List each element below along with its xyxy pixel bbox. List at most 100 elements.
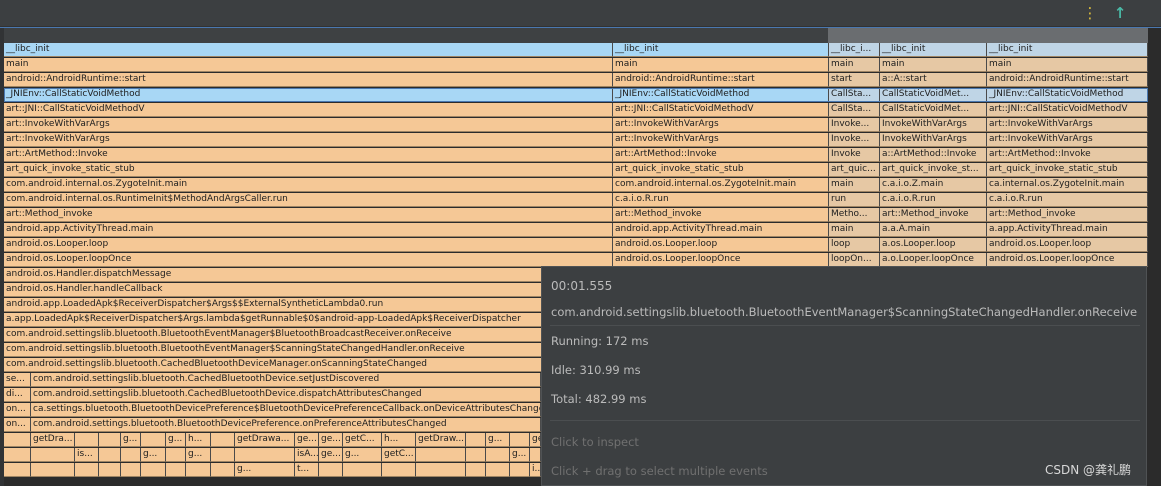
flame-frame[interactable]: main	[4, 58, 613, 72]
flame-frame[interactable]: com.android.settingslib.bluetooth.Cached…	[4, 358, 613, 372]
flame-frame[interactable]: Invoke...	[829, 133, 880, 147]
flame-frame[interactable]: art_quick_invoke_st...	[880, 163, 987, 177]
flame-frame[interactable]: art::JNI::CallStaticVoidMethodV	[613, 103, 829, 117]
flame-frame[interactable]	[75, 433, 99, 447]
flame-frame[interactable]: _JNIEnv::CallStaticVoidMethod	[613, 88, 829, 102]
flame-frame[interactable]	[466, 463, 486, 477]
flame-frame[interactable]	[319, 463, 343, 477]
flame-frame[interactable]: art::Method_invoke	[880, 208, 987, 222]
flame-frame[interactable]: android.os.Looper.loopOnce	[613, 253, 829, 267]
flame-frame[interactable]: t...	[295, 463, 319, 477]
flame-frame[interactable]: __libc_init	[880, 43, 987, 57]
flame-frame[interactable]: __libc_i...	[829, 43, 880, 57]
flame-frame[interactable]: h...	[186, 433, 211, 447]
flame-frame[interactable]: com.android.internal.os.ZygoteInit.main	[4, 178, 613, 192]
flame-frame[interactable]: CallStaticVoidMet...	[880, 88, 987, 102]
flame-frame[interactable]	[416, 463, 466, 477]
flame-frame[interactable]: se...	[4, 373, 31, 387]
flame-frame[interactable]: art_quick_invoke_static_stub	[613, 163, 829, 177]
flame-frame[interactable]: loopOn...	[829, 253, 880, 267]
flame-frame[interactable]	[99, 448, 121, 462]
flame-frame[interactable]	[166, 448, 186, 462]
flame-frame[interactable]: __libc_init	[613, 43, 829, 57]
flame-frame[interactable]: com.android.settingslib.bluetooth.Cached…	[31, 373, 541, 387]
flame-frame[interactable]	[99, 433, 121, 447]
flame-frame[interactable]: start	[829, 73, 880, 87]
flame-frame[interactable]: art::InvokeWithVarArgs	[987, 133, 1148, 147]
flame-frame[interactable]: com.android.settingslib.bluetooth.Blueto…	[4, 343, 613, 357]
flame-frame[interactable]	[466, 448, 486, 462]
flame-frame[interactable]	[211, 463, 235, 477]
flame-frame[interactable]: art::ArtMethod::Invoke	[4, 148, 613, 162]
flame-frame[interactable]: main	[880, 58, 987, 72]
flame-frame[interactable]	[382, 463, 416, 477]
flame-frame[interactable]: c.a.i.o.R.run	[880, 193, 987, 207]
flame-frame[interactable]: art::InvokeWithVarArgs	[4, 118, 613, 132]
flame-frame[interactable]: a::A::start	[880, 73, 987, 87]
flame-frame[interactable]: is...	[75, 448, 99, 462]
flame-frame[interactable]: com.android.settingslib.bluetooth.Cached…	[31, 388, 541, 402]
flame-frame[interactable]: a.o.Looper.loopOnce	[880, 253, 987, 267]
flame-frame[interactable]: android.os.Looper.loopOnce	[987, 253, 1148, 267]
flame-frame[interactable]: isA...	[295, 448, 319, 462]
flame-frame[interactable]: getDrawa...	[235, 433, 295, 447]
flame-frame[interactable]: android::AndroidRuntime::start	[613, 73, 829, 87]
flame-frame[interactable]: art::JNI::CallStaticVoidMethodV	[4, 103, 613, 117]
flame-frame[interactable]	[486, 448, 510, 462]
flame-frame[interactable]: com.android.internal.os.ZygoteInit.main	[613, 178, 829, 192]
flame-frame[interactable]: art::Method_invoke	[987, 208, 1148, 222]
flame-frame[interactable]: getC...	[382, 448, 416, 462]
flame-frame[interactable]: g...	[235, 463, 295, 477]
flame-frame[interactable]	[186, 463, 211, 477]
flame-frame[interactable]: main	[829, 58, 880, 72]
flame-frame[interactable]: ge...	[319, 448, 343, 462]
flame-frame[interactable]: art::ArtMethod::Invoke	[613, 148, 829, 162]
flame-frame[interactable]: android.os.Handler.dispatchMessage	[4, 268, 613, 282]
flame-frame[interactable]: android.os.Looper.loop	[613, 238, 829, 252]
flame-frame[interactable]: art::InvokeWithVarArgs	[4, 133, 613, 147]
flame-frame[interactable]	[4, 433, 31, 447]
flame-frame[interactable]: art::InvokeWithVarArgs	[987, 118, 1148, 132]
flame-frame[interactable]: i...	[530, 463, 541, 477]
flame-frame[interactable]: android.os.Looper.loop	[4, 238, 613, 252]
flame-frame[interactable]: art::InvokeWithVarArgs	[613, 118, 829, 132]
flame-frame[interactable]: loop	[829, 238, 880, 252]
flame-frame[interactable]: android::AndroidRuntime::start	[987, 73, 1148, 87]
flame-frame[interactable]: a.os.Looper.loop	[880, 238, 987, 252]
flame-frame[interactable]: CallStaticVoidMet...	[880, 103, 987, 117]
flame-frame[interactable]: on...	[4, 418, 31, 432]
flame-frame[interactable]	[75, 463, 99, 477]
flame-frame[interactable]: a.app.ActivityThread.main	[987, 223, 1148, 237]
flame-frame[interactable]: android.os.Handler.handleCallback	[4, 283, 613, 297]
flame-frame[interactable]: di...	[4, 388, 31, 402]
flame-frame[interactable]: Metho...	[829, 208, 880, 222]
flame-frame[interactable]: CallSta...	[829, 103, 880, 117]
flame-frame[interactable]	[141, 463, 166, 477]
flame-frame[interactable]: art::JNI::CallStaticVoidMethodV	[987, 103, 1148, 117]
flame-frame[interactable]: a::ArtMethod::Invoke	[880, 148, 987, 162]
flame-frame[interactable]: art::Method_invoke	[613, 208, 829, 222]
flame-frame[interactable]	[166, 463, 186, 477]
flame-frame[interactable]: g...	[166, 433, 186, 447]
flame-frame[interactable]: InvokeWithVarArgs	[880, 133, 987, 147]
flame-frame[interactable]: main	[613, 58, 829, 72]
flame-frame[interactable]: getDra...	[31, 433, 75, 447]
flame-frame[interactable]: ca.settings.bluetooth.BluetoothDevicePre…	[31, 403, 541, 417]
flame-frame[interactable]: art_quick_invoke_static_stub	[4, 163, 613, 177]
flame-frame[interactable]: art_quick_invoke_static_stub	[987, 163, 1148, 177]
flame-frame[interactable]: ge...	[319, 433, 343, 447]
flame-frame[interactable]: main	[829, 223, 880, 237]
flame-frame[interactable]	[235, 448, 295, 462]
flame-frame[interactable]: run	[829, 193, 880, 207]
flame-frame[interactable]: android.app.ActivityThread.main	[613, 223, 829, 237]
flame-frame[interactable]: c.a.i.o.R.run	[613, 193, 829, 207]
flame-frame[interactable]	[141, 433, 166, 447]
flame-frame[interactable]: android.app.LoadedApk$ReceiverDispatcher…	[4, 298, 613, 312]
flame-frame[interactable]: getC...	[343, 433, 382, 447]
flame-frame[interactable]: art_quic...	[829, 163, 880, 177]
flame-frame[interactable]	[416, 448, 466, 462]
flame-frame[interactable]: art::ArtMethod::Invoke	[987, 148, 1148, 162]
flame-frame[interactable]: g...	[186, 448, 211, 462]
flame-frame[interactable]: getC...	[530, 433, 541, 447]
flame-frame[interactable]: com.android.settings.bluetooth.Bluetooth…	[31, 418, 541, 432]
